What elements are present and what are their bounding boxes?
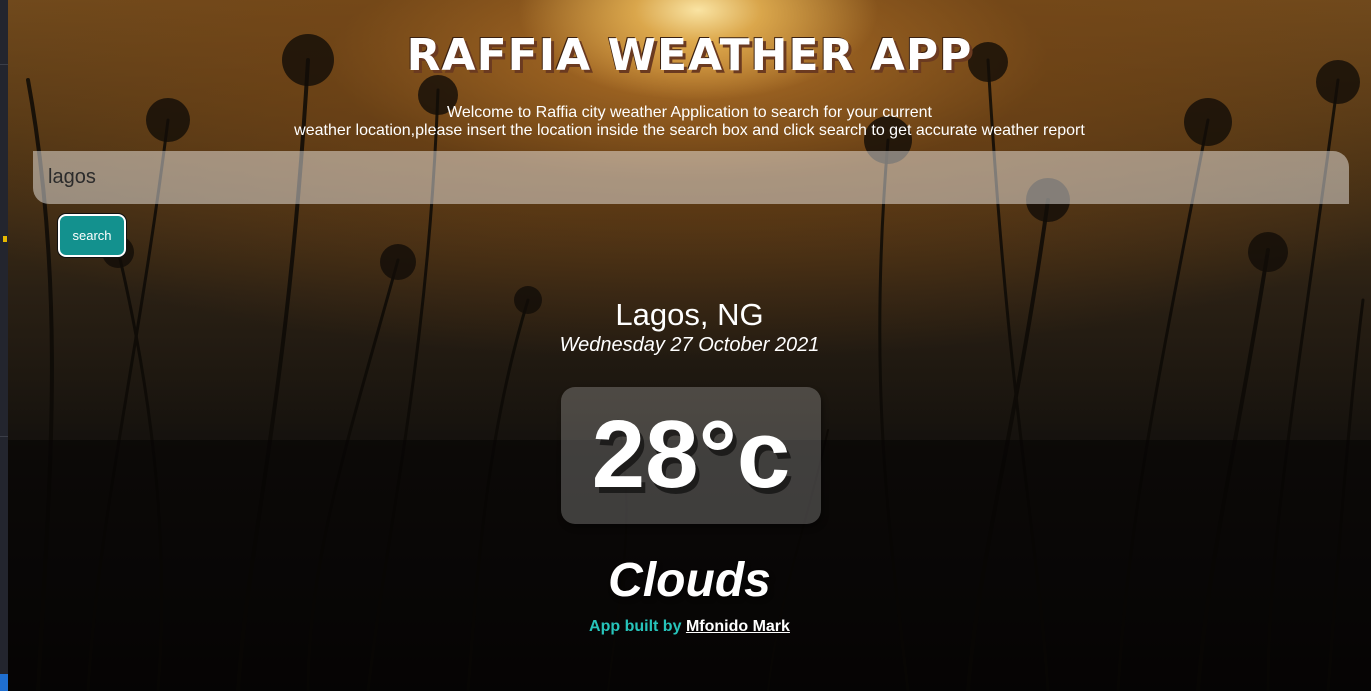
left-window-edge bbox=[0, 0, 8, 691]
location-label: Lagos, NG bbox=[615, 297, 764, 332]
search-button[interactable]: search bbox=[58, 214, 126, 257]
main-content: RAFFIA WEATHER APP Welcome to Raffia cit… bbox=[8, 0, 1371, 691]
weather-app: RAFFIA WEATHER APP Welcome to Raffia cit… bbox=[8, 0, 1371, 691]
date-label: Wednesday 27 October 2021 bbox=[559, 334, 820, 356]
author-link[interactable]: Mfonido Mark bbox=[686, 618, 790, 635]
edge-marker bbox=[3, 236, 7, 242]
temperature-card: 28°c bbox=[561, 387, 821, 524]
intro-line-2: weather location,please insert the locat… bbox=[294, 122, 1085, 139]
app-title: RAFFIA WEATHER APP bbox=[406, 30, 973, 81]
intro-text: Welcome to Raffia city weather Applicati… bbox=[8, 104, 1371, 140]
temperature-value: 28°c bbox=[591, 401, 791, 508]
credit-prefix: App built by bbox=[589, 618, 682, 635]
intro-line-1: Welcome to Raffia city weather Applicati… bbox=[447, 104, 932, 121]
edge-divider bbox=[0, 64, 8, 65]
edge-marker bbox=[0, 674, 8, 691]
weather-condition: Clouds bbox=[608, 554, 771, 607]
search-input[interactable] bbox=[33, 151, 1349, 204]
app-credit: App built by Mfonido Mark bbox=[8, 618, 1371, 636]
edge-divider bbox=[0, 436, 8, 437]
